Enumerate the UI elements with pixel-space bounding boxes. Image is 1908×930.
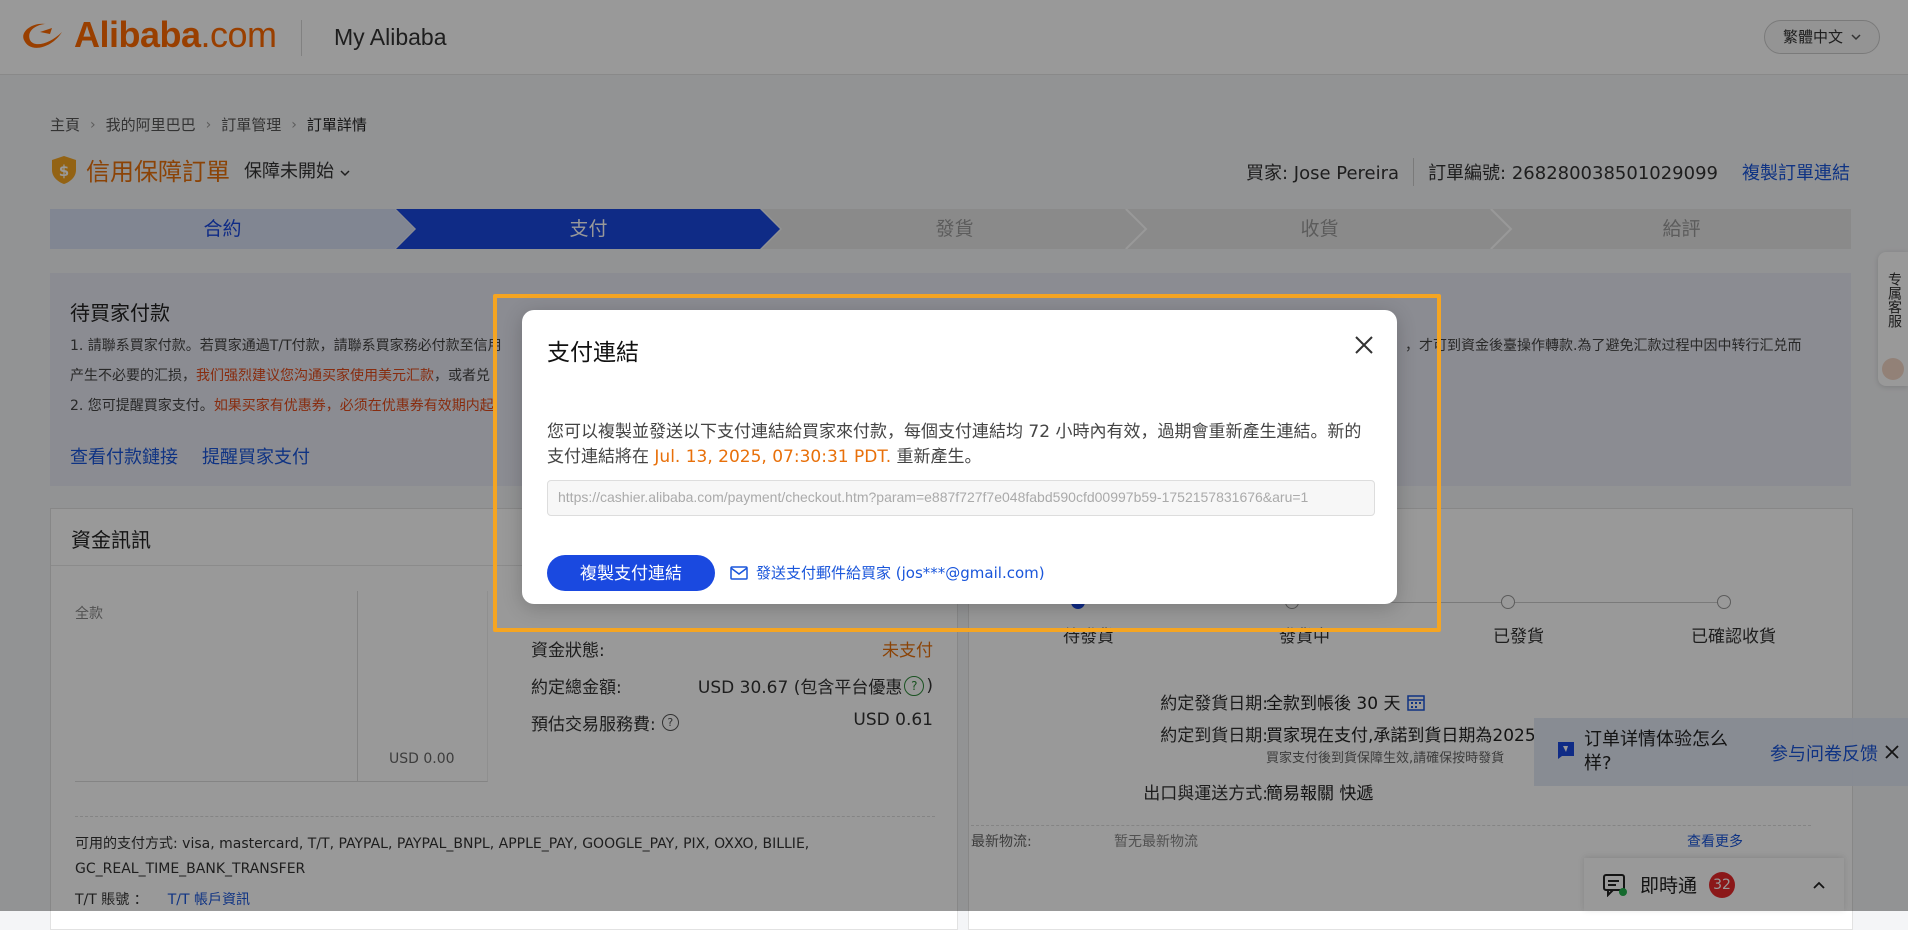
dialog-title: 支付連結	[547, 340, 639, 366]
send-payment-email-link[interactable]: 發送支付郵件給買家 (jos***@gmail.com)	[730, 562, 1045, 583]
dialog-description-end: 重新產生。	[896, 447, 982, 467]
payment-link-field[interactable]	[547, 480, 1375, 516]
payment-link-dialog: 支付連結 您可以複製並發送以下支付連結給買家來付款，每個支付連結均 72 小時內…	[522, 310, 1397, 604]
close-icon[interactable]	[1353, 334, 1375, 356]
mail-icon	[730, 565, 748, 580]
send-payment-email-text: 發送支付郵件給買家 (jos***@gmail.com)	[756, 564, 1045, 582]
regenerate-date: Jul. 13, 2025, 07:30:31 PDT.	[654, 447, 892, 467]
dialog-description: 您可以複製並發送以下支付連結給買家來付款，每個支付連結均 72 小時內有效，過期…	[547, 420, 1377, 470]
payment-link-input[interactable]	[548, 481, 1368, 513]
copy-payment-link-button[interactable]: 複製支付連結	[547, 555, 715, 591]
